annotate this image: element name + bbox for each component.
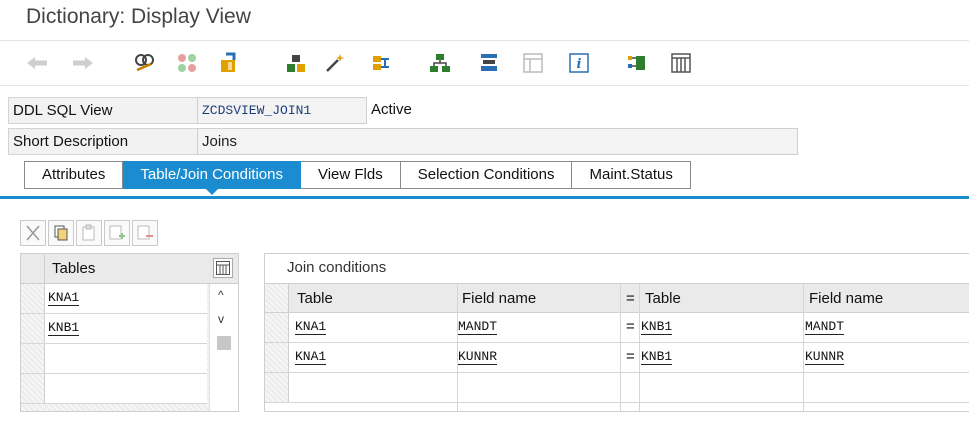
scrollbar-thumb[interactable] <box>217 336 231 350</box>
copy-icon[interactable] <box>48 220 74 246</box>
display-change-icon[interactable] <box>133 52 155 74</box>
join-condition-row[interactable]: KNA1 KUNNR = KNB1 KUNNR <box>265 343 969 373</box>
row-selector[interactable] <box>265 313 289 342</box>
column-divider <box>620 283 621 411</box>
columns-icon[interactable] <box>670 52 692 74</box>
row-selector[interactable] <box>21 314 45 343</box>
relationships-icon[interactable] <box>626 52 648 74</box>
short-description-label: Short Description <box>8 128 198 155</box>
back-arrow-icon[interactable] <box>26 52 48 74</box>
join-conditions-title: Join conditions <box>287 259 387 276</box>
join-table-cell[interactable]: KNB1 <box>641 319 673 335</box>
row-selector[interactable] <box>21 284 45 313</box>
select-all-cell[interactable] <box>265 284 289 312</box>
title-bar: Dictionary: Display View <box>0 0 969 36</box>
layout-icon[interactable] <box>522 52 544 74</box>
table-column-header: Table <box>297 290 333 307</box>
tab-table-join-conditions[interactable]: Table/Join Conditions <box>123 161 301 195</box>
join-condition-row[interactable]: KNA1 MANDT = KNB1 MANDT <box>265 313 969 343</box>
tables-grid-header: Tables <box>21 254 238 284</box>
application-toolbar: i <box>0 40 969 86</box>
equals-sign: = <box>626 318 635 335</box>
window-title: Dictionary: Display View <box>26 5 251 28</box>
tab-maint-status[interactable]: Maint.Status <box>572 161 691 189</box>
short-description-field[interactable]: Joins <box>197 128 798 155</box>
table-row-empty[interactable] <box>21 344 207 374</box>
join-table-cell[interactable]: KNB1 <box>641 349 673 365</box>
column-divider <box>457 283 458 411</box>
scroll-down-icon[interactable]: v <box>218 312 224 326</box>
table-name-cell[interactable]: KNB1 <box>48 320 80 336</box>
field-name-column-header: Field name <box>462 290 537 307</box>
row-selector[interactable] <box>265 343 289 372</box>
forward-arrow-icon[interactable] <box>72 52 94 74</box>
table-column-header: Table <box>645 290 681 307</box>
join-conditions-panel: Join conditions Table Field name = Table… <box>264 253 969 412</box>
ddl-sql-view-field[interactable]: ZCDSVIEW_JOIN1 <box>197 97 367 124</box>
navigation-tree-icon[interactable] <box>371 52 393 74</box>
where-used-icon[interactable] <box>285 52 307 74</box>
join-field-cell[interactable]: KUNNR <box>805 349 845 365</box>
join-field-cell[interactable]: MANDT <box>458 319 498 335</box>
column-divider <box>803 283 804 411</box>
select-all-cell[interactable] <box>21 254 45 283</box>
column-divider <box>639 283 640 411</box>
tab-selection-conditions[interactable]: Selection Conditions <box>400 161 573 189</box>
join-field-cell[interactable]: MANDT <box>805 319 845 335</box>
cut-icon[interactable] <box>20 220 46 246</box>
join-field-cell[interactable]: KUNNR <box>458 349 498 365</box>
tab-view-fields[interactable]: View Flds <box>300 161 401 189</box>
table-row[interactable]: KNB1 <box>21 314 207 344</box>
delete-row-icon[interactable] <box>132 220 158 246</box>
row-selector[interactable] <box>21 344 45 373</box>
insert-row-icon[interactable] <box>104 220 130 246</box>
scroll-up-icon[interactable]: ^ <box>218 288 224 302</box>
join-conditions-header: Table Field name = Table Field name <box>265 283 969 313</box>
equals-sign: = <box>626 348 635 365</box>
other-object-icon[interactable] <box>176 52 198 74</box>
ddl-sql-view-label: DDL SQL View <box>8 97 198 124</box>
hierarchy-icon[interactable] <box>429 52 451 74</box>
paste-icon[interactable] <box>76 220 102 246</box>
field-name-column-header: Field name <box>809 290 884 307</box>
join-condition-row-empty[interactable] <box>265 373 969 403</box>
info-icon[interactable]: i <box>568 52 590 74</box>
activate-icon[interactable] <box>218 52 240 74</box>
row-selector[interactable] <box>21 374 45 403</box>
magic-wand-icon[interactable] <box>324 52 346 74</box>
table-row-empty[interactable] <box>21 374 207 404</box>
table-name-cell[interactable]: KNA1 <box>48 290 80 306</box>
tab-attributes[interactable]: Attributes <box>24 161 124 189</box>
svg-text:i: i <box>577 57 582 72</box>
join-table-cell[interactable]: KNA1 <box>295 349 327 365</box>
tab-strip: Attributes Table/Join Conditions View Fl… <box>24 161 691 195</box>
tables-scrollbar[interactable]: ^ v <box>209 284 238 411</box>
stack-icon[interactable] <box>478 52 500 74</box>
status-text: Active <box>371 101 412 118</box>
table-row[interactable]: KNA1 <box>21 284 207 314</box>
tab-underline <box>0 196 969 199</box>
tables-column-header: Tables <box>52 260 96 277</box>
join-table-cell[interactable]: KNA1 <box>295 319 327 335</box>
tables-grid: Tables KNA1 KNB1 ^ v <box>20 253 239 412</box>
column-settings-icon[interactable] <box>213 258 233 278</box>
table-toolbar <box>20 220 160 246</box>
row-selector[interactable] <box>265 373 289 402</box>
equals-column-header: = <box>626 290 635 307</box>
